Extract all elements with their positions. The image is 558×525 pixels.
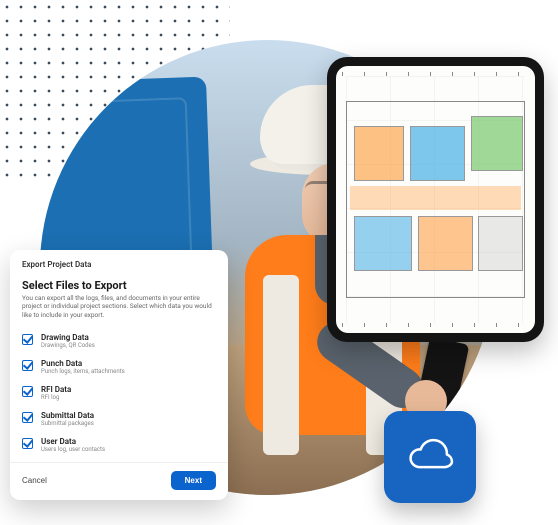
dialog-description: You can export all the logs, files, and … — [10, 294, 228, 328]
list-item[interactable]: Punch Data Punch logs, items, attachment… — [10, 354, 228, 380]
checkbox-icon[interactable] — [22, 334, 33, 345]
tablet-device — [327, 57, 544, 342]
item-label: Submittal Data — [41, 411, 94, 420]
item-sub: Drawings, QR Codes — [41, 342, 95, 349]
list-item[interactable]: User Data Users log, user contacts — [10, 432, 228, 458]
cloud-icon — [403, 430, 457, 484]
item-label: RFI Data — [41, 385, 71, 394]
list-item[interactable]: Submittal Data Submittal packages — [10, 406, 228, 432]
item-label: Drawing Data — [41, 333, 95, 342]
cloud-tile[interactable] — [384, 411, 476, 503]
list-item[interactable]: RFI Data RFI log — [10, 380, 228, 406]
next-button[interactable]: Next — [171, 471, 216, 490]
cancel-button[interactable]: Cancel — [22, 476, 47, 485]
checkbox-icon[interactable] — [22, 412, 33, 423]
item-label: Punch Data — [41, 359, 125, 368]
checkbox-icon[interactable] — [22, 438, 33, 449]
export-dialog: Export Project Data Select Files to Expo… — [10, 250, 228, 500]
item-label: User Data — [41, 437, 105, 446]
item-sub: Submittal packages — [41, 420, 94, 427]
dialog-title: Select Files to Export — [10, 275, 228, 294]
list-item[interactable]: Drawing Data Drawings, QR Codes — [10, 328, 228, 354]
checkbox-icon[interactable] — [22, 360, 33, 371]
item-sub: Punch logs, items, attachments — [41, 368, 125, 375]
item-sub: RFI log — [41, 394, 71, 401]
dialog-header: Export Project Data — [10, 260, 228, 275]
item-sub: Users log, user contacts — [41, 446, 105, 453]
floor-plan — [336, 66, 535, 333]
checkbox-icon[interactable] — [22, 386, 33, 397]
